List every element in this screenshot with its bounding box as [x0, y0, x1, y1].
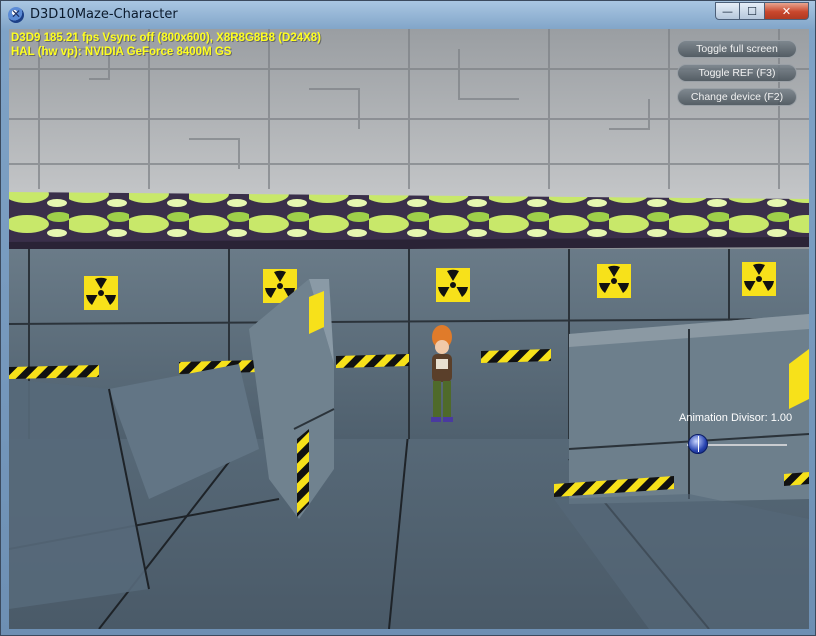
toggle-ref-button[interactable]: Toggle REF (F3) [677, 64, 797, 82]
title-bar[interactable]: D3D10Maze-Character — ☐ ✕ [1, 1, 815, 29]
maximize-button[interactable]: ☐ [740, 2, 765, 20]
change-device-button[interactable]: Change device (F2) [677, 88, 797, 106]
close-button[interactable]: ✕ [765, 2, 809, 20]
device-stats: D3D9 185.21 fps Vsync off (800x600), X8R… [11, 31, 321, 59]
maze-scene [9, 29, 809, 629]
stats-line-device: HAL (hw vp): NVIDIA GeForce 8400M GS [11, 46, 232, 58]
stats-line-fps: D3D9 185.21 fps Vsync off (800x600), X8R… [11, 32, 322, 44]
toggle-fullscreen-button[interactable]: Toggle full screen [677, 40, 797, 58]
directx-app-icon [8, 7, 24, 23]
application-window: D3D10Maze-Character — ☐ ✕ [0, 0, 816, 636]
animation-divisor-slider-thumb[interactable] [688, 434, 708, 454]
minimize-button[interactable]: — [715, 2, 740, 20]
render-viewport[interactable]: D3D9 185.21 fps Vsync off (800x600), X8R… [9, 29, 809, 629]
animation-divisor-label: Animation Divisor: 1.00 [679, 412, 793, 424]
window-title: D3D10Maze-Character [30, 7, 178, 22]
